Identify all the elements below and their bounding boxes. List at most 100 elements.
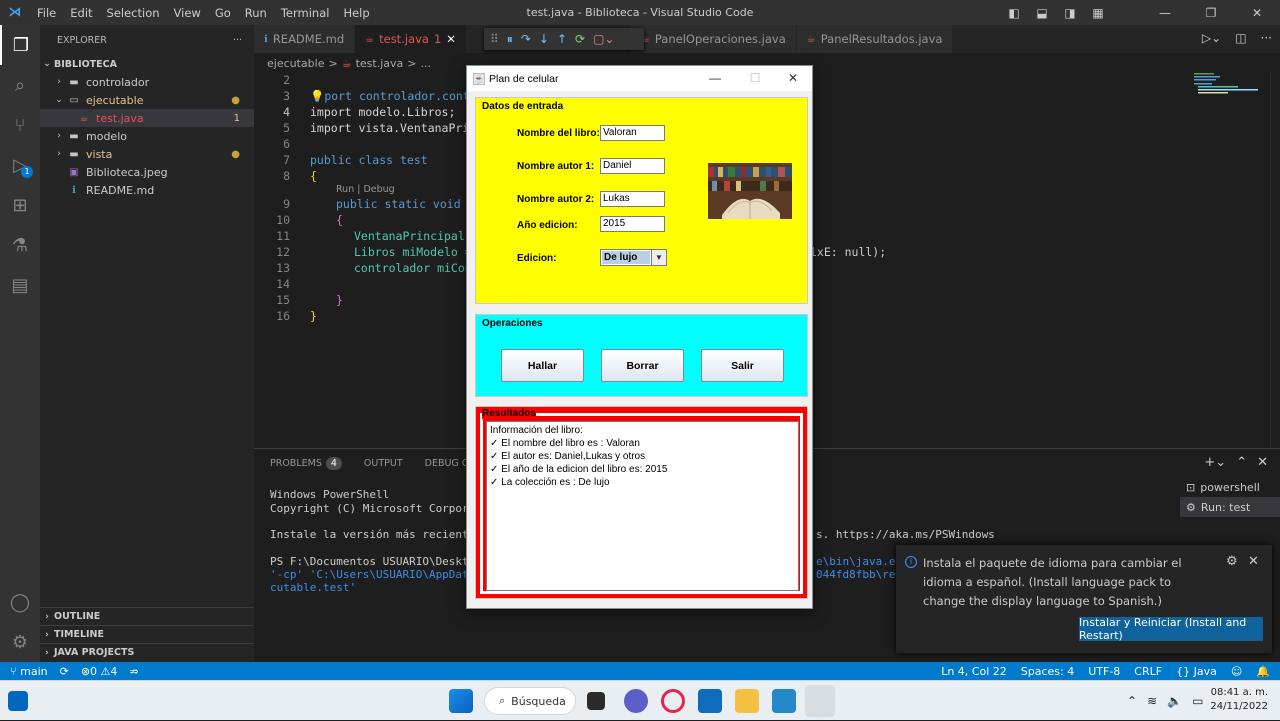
customize-layout-icon[interactable]: ▦ — [1084, 6, 1112, 20]
store-icon[interactable] — [698, 689, 722, 713]
tab-output[interactable]: OUTPUT — [364, 458, 403, 469]
chat-icon[interactable] — [624, 689, 648, 713]
workspace-root[interactable]: ⌄ BIBLIOTECA — [40, 55, 254, 73]
maximize-icon[interactable]: ☐ — [735, 66, 775, 91]
testing-icon[interactable]: ⚗ — [0, 225, 40, 265]
edition-combobox[interactable]: De lujo ▼ — [600, 249, 667, 266]
eol-status[interactable]: CRLF — [1134, 665, 1162, 678]
minimap[interactable] — [1194, 73, 1270, 95]
maximize-panel-icon[interactable]: ⌃ — [1236, 455, 1247, 470]
editor-scrollbar[interactable] — [1270, 73, 1280, 448]
menu-terminal[interactable]: Terminal — [274, 6, 337, 20]
close-icon[interactable]: ✕ — [1234, 6, 1280, 20]
results-text-area[interactable]: Información del libro: ✓ El nombre del l… — [486, 421, 799, 591]
notification-close-icon[interactable]: ✕ — [1248, 554, 1259, 569]
salir-button[interactable]: Salir — [701, 349, 784, 382]
run-debug-codelens[interactable]: Run | Debug — [336, 184, 395, 195]
split-editor-icon[interactable]: ◫ — [1235, 31, 1246, 45]
close-panel-icon[interactable]: ✕ — [1257, 455, 1268, 470]
breadcrumb-symbol[interactable]: ... — [420, 57, 431, 70]
new-terminal-icon[interactable]: +⌄ — [1204, 455, 1226, 470]
sync-icon[interactable]: ⟳ — [60, 665, 69, 678]
file-explorer-icon[interactable] — [735, 689, 759, 713]
explorer-icon[interactable]: ❐ — [0, 25, 40, 65]
more-actions-icon[interactable]: ··· — [1261, 31, 1272, 45]
toggle-panel-icon[interactable]: ⬓ — [1028, 6, 1056, 20]
terminal-item-powershell[interactable]: ⊡ powershell — [1180, 477, 1280, 497]
windows-start-icon[interactable] — [449, 689, 473, 713]
tree-item-ejecutable[interactable]: ⌄ ▭ ejecutable ● — [40, 91, 254, 109]
battery-icon[interactable]: ▭ — [1192, 694, 1203, 708]
terminal-item-run-test[interactable]: ⚙ Run: test — [1180, 497, 1280, 517]
indentation-status[interactable]: Spaces: 4 — [1021, 665, 1074, 678]
tab-readme[interactable]: ℹ README.md — [254, 25, 356, 53]
branch-status[interactable]: ⑂ main — [10, 665, 48, 678]
notifications-bell-icon[interactable]: 🔔 — [1256, 665, 1270, 678]
problems-status[interactable]: ⊗0 ⚠4 — [81, 665, 118, 678]
run-debug-icon[interactable]: ▷ 1 — [0, 145, 40, 185]
toggle-secondary-sidebar-icon[interactable]: ◨ — [1056, 6, 1084, 20]
encoding-status[interactable]: UTF-8 — [1088, 665, 1120, 678]
run-file-icon[interactable]: ▷⌄ — [1202, 31, 1221, 45]
extensions-icon[interactable]: ⊞ — [0, 185, 40, 225]
source-control-icon[interactable]: ⑂ — [0, 105, 40, 145]
tree-item-vista[interactable]: › ▬ vista ● — [40, 145, 254, 163]
step-over-icon[interactable]: ↷ — [521, 32, 531, 46]
wifi-icon[interactable]: ≋ — [1147, 694, 1157, 708]
remote-explorer-icon[interactable]: ▤ — [0, 265, 40, 305]
manage-gear-icon[interactable]: ⚙ — [0, 622, 40, 662]
author2-field[interactable]: Lukas — [600, 191, 665, 207]
menu-edit[interactable]: Edit — [63, 6, 99, 20]
tree-item-readme[interactable]: ℹ README.md — [40, 181, 254, 199]
borrar-button[interactable]: Borrar — [601, 349, 684, 382]
menu-run[interactable]: Run — [238, 6, 274, 20]
restore-icon[interactable]: ❐ — [1188, 6, 1234, 20]
menu-selection[interactable]: Selection — [100, 6, 167, 20]
breadcrumb-file[interactable]: test.java — [356, 57, 404, 70]
menu-file[interactable]: File — [30, 6, 63, 20]
hallar-button[interactable]: Hallar — [501, 349, 584, 382]
java-projects-section[interactable]: › JAVA PROJECTS — [40, 643, 254, 661]
minimize-icon[interactable]: — — [695, 66, 735, 91]
feedback-icon[interactable]: ☺ — [1231, 665, 1242, 678]
explorer-more-icon[interactable]: ··· — [233, 35, 242, 46]
opera-icon[interactable] — [661, 689, 685, 713]
tree-item-test-java[interactable]: ☕ test.java 1 — [40, 109, 254, 127]
menu-go[interactable]: Go — [208, 6, 238, 20]
taskbar-search[interactable]: ⌕ Búsqueda — [484, 687, 576, 715]
menu-view[interactable]: View — [167, 6, 208, 20]
java-app-taskbar-icon[interactable] — [805, 685, 835, 717]
tree-item-controlador[interactable]: › ▬ controlador — [40, 73, 254, 91]
volume-icon[interactable]: 🔈 — [1167, 694, 1182, 708]
java-status-icon[interactable]: ⇏ — [129, 665, 138, 678]
step-into-icon[interactable]: ↓ — [539, 32, 549, 46]
cursor-position[interactable]: Ln 4, Col 22 — [941, 665, 1007, 678]
chevron-up-icon[interactable]: ⌃ — [1127, 694, 1137, 708]
restart-icon[interactable]: ⟳ — [575, 32, 585, 46]
drag-handle-icon[interactable]: ⠿ — [490, 32, 499, 46]
tab-panel-resultados[interactable]: ☕ PanelResultados.java — [796, 25, 954, 53]
accounts-icon[interactable]: ◯ — [0, 582, 40, 622]
language-status[interactable]: {} Java — [1176, 665, 1217, 678]
year-field[interactable]: 2015 — [600, 216, 665, 232]
install-restart-button[interactable]: Instalar y Reiniciar (Install and Restar… — [1079, 616, 1263, 642]
timeline-section[interactable]: › TIMELINE — [40, 625, 254, 643]
close-icon[interactable]: ✕ — [773, 66, 813, 91]
lightbulb-icon[interactable]: 💡 — [310, 89, 324, 103]
book-name-field[interactable]: Valoran — [600, 125, 665, 141]
clock[interactable]: 08:41 a. m. 24/11/2022 — [1210, 686, 1268, 714]
task-view-icon[interactable] — [587, 692, 605, 710]
pause-icon[interactable]: ⏸ — [507, 32, 513, 47]
tab-test-java[interactable]: ☕ test.java 1 ✕ — [355, 25, 467, 53]
notification-settings-gear-icon[interactable]: ⚙ — [1226, 554, 1238, 569]
breadcrumb-folder[interactable]: ejecutable — [267, 57, 324, 70]
toggle-sidebar-icon[interactable]: ◧ — [1000, 6, 1028, 20]
tab-panel-operaciones[interactable]: ☕ PanelOperaciones.java — [630, 25, 797, 53]
search-icon[interactable]: ⌕ — [0, 65, 40, 105]
menu-help[interactable]: Help — [336, 6, 376, 20]
step-out-icon[interactable]: ↑ — [557, 32, 567, 46]
tab-problems[interactable]: PROBLEMS 4 — [270, 457, 342, 470]
tree-item-modelo[interactable]: › ▬ modelo — [40, 127, 254, 145]
java-window-titlebar[interactable]: ☕ Plan de celular — ☐ ✕ — [467, 66, 812, 91]
desktop-app-icon[interactable] — [8, 691, 28, 711]
